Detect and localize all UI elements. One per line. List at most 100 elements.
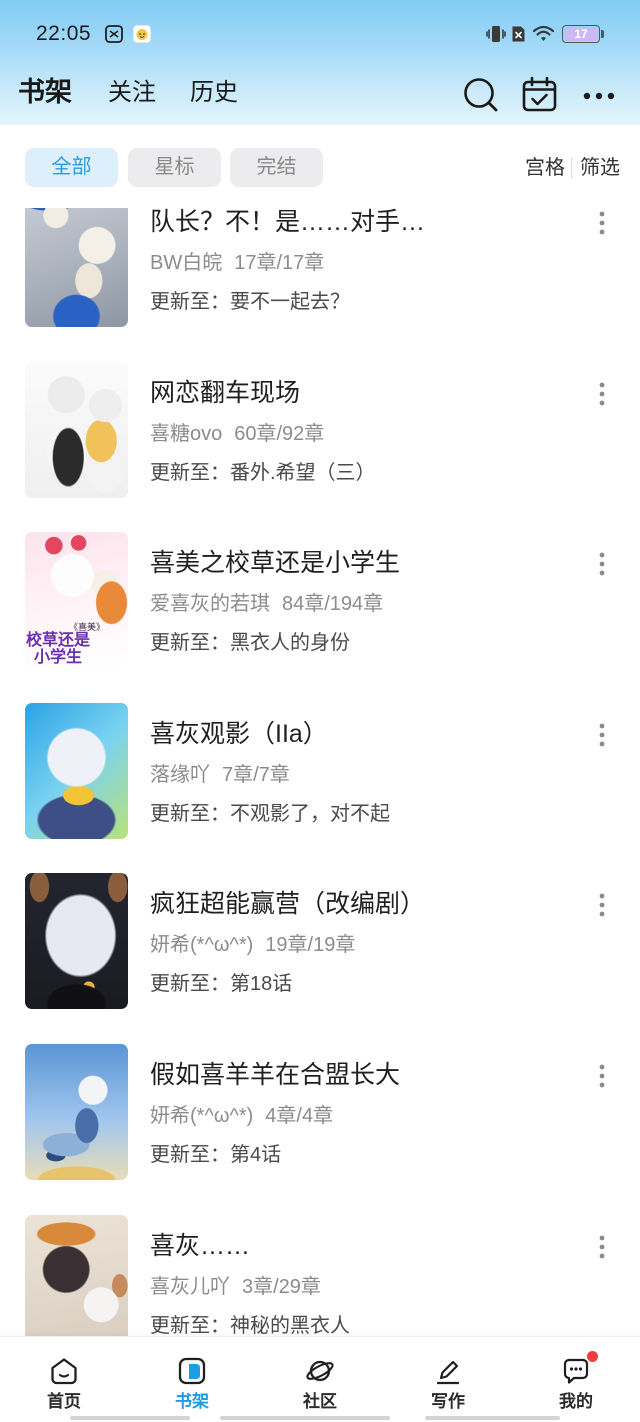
book-chapter-count: 7章/7章: [222, 763, 290, 786]
nav-label: 书架: [175, 1392, 209, 1411]
bottom-nav: 首页 书架 社区 写作 我的: [0, 1336, 640, 1422]
book-chapter-count: 84章/194章: [282, 593, 384, 616]
notification-app-icon: [105, 25, 123, 43]
battery-fill: 17: [564, 26, 598, 41]
tab-bookshelf[interactable]: 书架: [18, 77, 72, 107]
book-meta: 喜灰儿吖 3章/29章: [150, 1274, 321, 1300]
book-title: 假如喜羊羊在合盟长大: [150, 1060, 401, 1089]
book-cover[interactable]: [25, 702, 128, 839]
latest-chapter: 番外.希望（三）: [230, 461, 376, 484]
book-author: 妍希(*^ω^*): [150, 934, 254, 957]
book-title: 疯狂超能赢营（改编剧）: [150, 890, 426, 919]
book-cover[interactable]: [25, 1043, 128, 1180]
nav-item-write[interactable]: 写作: [384, 1337, 512, 1422]
update-prefix: 更新至：: [150, 973, 230, 996]
book-latest-update: 更新至：第4话: [150, 1142, 281, 1168]
book-meta: 妍希(*^ω^*) 19章/19章: [150, 932, 355, 958]
wifi-icon: [533, 25, 554, 41]
book-meta: BW白皖 17章/17章: [150, 250, 324, 276]
search-icon[interactable]: [462, 76, 499, 113]
book-meta: 妍希(*^ω^*) 4章/4章: [150, 1103, 333, 1129]
book-meta: 喜糖ovo 60章/92章: [150, 421, 324, 447]
list-item[interactable]: 假如喜羊羊在合盟长大 妍希(*^ω^*) 4章/4章 更新至：第4话: [0, 1043, 640, 1215]
book-cover[interactable]: [25, 1214, 128, 1336]
book-author: BW白皖: [150, 252, 223, 274]
cover-caption: 《喜美》: [69, 622, 106, 633]
book-latest-update: 更新至：番外.希望（三）: [150, 460, 376, 486]
nav-item-bookshelf[interactable]: 书架: [128, 1337, 256, 1422]
vertical-dots-icon[interactable]: [592, 1061, 612, 1091]
book-title: 喜灰观影（IIa）: [150, 719, 328, 748]
more-horizontal-icon[interactable]: [582, 86, 616, 106]
screen: 22:05 17 书架 关注 历史 全部 星标 完结 宫格 筛选 队长？不！是……: [0, 0, 640, 1422]
book-latest-update: 更新至：神秘的黑衣人: [150, 1313, 350, 1336]
book-title: 队长？不！是……对手…: [150, 208, 426, 236]
list-item[interactable]: 疯狂超能赢营（改编剧） 妍希(*^ω^*) 19章/19章 更新至：第18话: [0, 873, 640, 1044]
vertical-dots-icon[interactable]: [592, 720, 612, 750]
book-title: 喜美之校草还是小学生: [150, 549, 401, 578]
nav-item-home[interactable]: 首页: [0, 1337, 128, 1422]
latest-chapter: 第18话: [230, 973, 293, 996]
book-chapter-count: 19章/19章: [265, 934, 356, 957]
book-cover[interactable]: [25, 361, 128, 498]
nav-label: 社区: [303, 1392, 337, 1411]
grid-view-toggle[interactable]: 宫格: [525, 155, 565, 181]
book-chapter-count: 4章/4章: [265, 1104, 334, 1127]
battery-level-text: 17: [574, 26, 588, 41]
vertical-dots-icon[interactable]: [592, 379, 612, 409]
gesture-bar-segment: [70, 1416, 190, 1420]
pen-icon: [436, 1360, 460, 1385]
tab-following[interactable]: 关注: [108, 79, 156, 107]
book-cover[interactable]: 《喜美》 校草还是小学生: [25, 532, 128, 669]
book-author: 落缘吖: [150, 763, 210, 786]
update-prefix: 更新至：: [150, 632, 230, 655]
list-item[interactable]: 喜灰…… 喜灰儿吖 3章/29章 更新至：神秘的黑衣人: [0, 1214, 640, 1336]
gesture-bar-segment: [220, 1416, 390, 1420]
message-icon: [563, 1358, 589, 1384]
filter-chip-all[interactable]: 全部: [25, 148, 118, 187]
tab-history[interactable]: 历史: [190, 79, 238, 107]
vertical-dots-icon[interactable]: [592, 890, 612, 920]
status-time: 22:05: [36, 22, 92, 45]
home-icon: [51, 1358, 77, 1385]
book-meta: 爱喜灰的若琪 84章/194章: [150, 591, 383, 617]
battery-cap: [601, 30, 604, 38]
no-sim-icon: [512, 26, 525, 42]
latest-chapter: 第4话: [230, 1143, 282, 1166]
book-author: 爱喜灰的若琪: [150, 593, 270, 616]
book-author: 妍希(*^ω^*): [150, 1104, 254, 1127]
list-item[interactable]: 《喜美》 校草还是小学生 喜美之校草还是小学生 爱喜灰的若琪 84章/194章 更…: [0, 532, 640, 703]
vertical-dots-icon[interactable]: [592, 208, 612, 238]
bookshelf-icon: [178, 1357, 206, 1385]
book-list[interactable]: 队长？不！是……对手… BW白皖 17章/17章 更新至：要不一起去？ 网恋翻车现…: [0, 208, 640, 1336]
book-author: 喜糖ovo: [150, 422, 223, 445]
book-chapter-count: 17章/17章: [234, 252, 325, 274]
update-prefix: 更新至：: [150, 1143, 230, 1166]
book-latest-update: 更新至：不观影了，对不起: [150, 801, 390, 827]
book-latest-update: 更新至：要不一起去？: [150, 289, 350, 315]
list-item[interactable]: 喜灰观影（IIa） 落缘吖 7章/7章 更新至：不观影了，对不起: [0, 702, 640, 874]
list-item[interactable]: 队长？不！是……对手… BW白皖 17章/17章 更新至：要不一起去？: [0, 208, 640, 362]
book-latest-update: 更新至：黑衣人的身份: [150, 630, 350, 656]
book-title: 喜灰……: [150, 1231, 251, 1260]
nav-item-me[interactable]: 我的: [512, 1337, 640, 1422]
book-meta: 落缘吖 7章/7章: [150, 762, 290, 788]
nav-item-community[interactable]: 社区: [256, 1337, 384, 1422]
planet-icon: [306, 1360, 334, 1382]
book-list-content: 队长？不！是……对手… BW白皖 17章/17章 更新至：要不一起去？ 网恋翻车现…: [0, 208, 640, 1336]
filter-button[interactable]: 筛选: [580, 155, 620, 181]
book-cover[interactable]: [25, 873, 128, 1010]
book-cover[interactable]: [25, 208, 128, 327]
filter-chip-starred[interactable]: 星标: [128, 148, 221, 187]
latest-chapter: 神秘的黑衣人: [230, 1314, 350, 1336]
filter-chip-finished[interactable]: 完结: [230, 148, 323, 187]
list-item[interactable]: 网恋翻车现场 喜糖ovo 60章/92章 更新至：番外.希望（三）: [0, 361, 640, 533]
cover-lettering: 校草还是小学生: [25, 632, 90, 667]
vibrate-icon: [486, 26, 506, 42]
vertical-dots-icon[interactable]: [592, 549, 612, 579]
book-chapter-count: 60章/92章: [234, 422, 325, 445]
book-latest-update: 更新至：第18话: [150, 971, 292, 997]
vertical-dots-icon[interactable]: [592, 1232, 612, 1262]
calendar-check-icon[interactable]: [521, 76, 558, 113]
latest-chapter: 不观影了，对不起: [230, 802, 390, 825]
